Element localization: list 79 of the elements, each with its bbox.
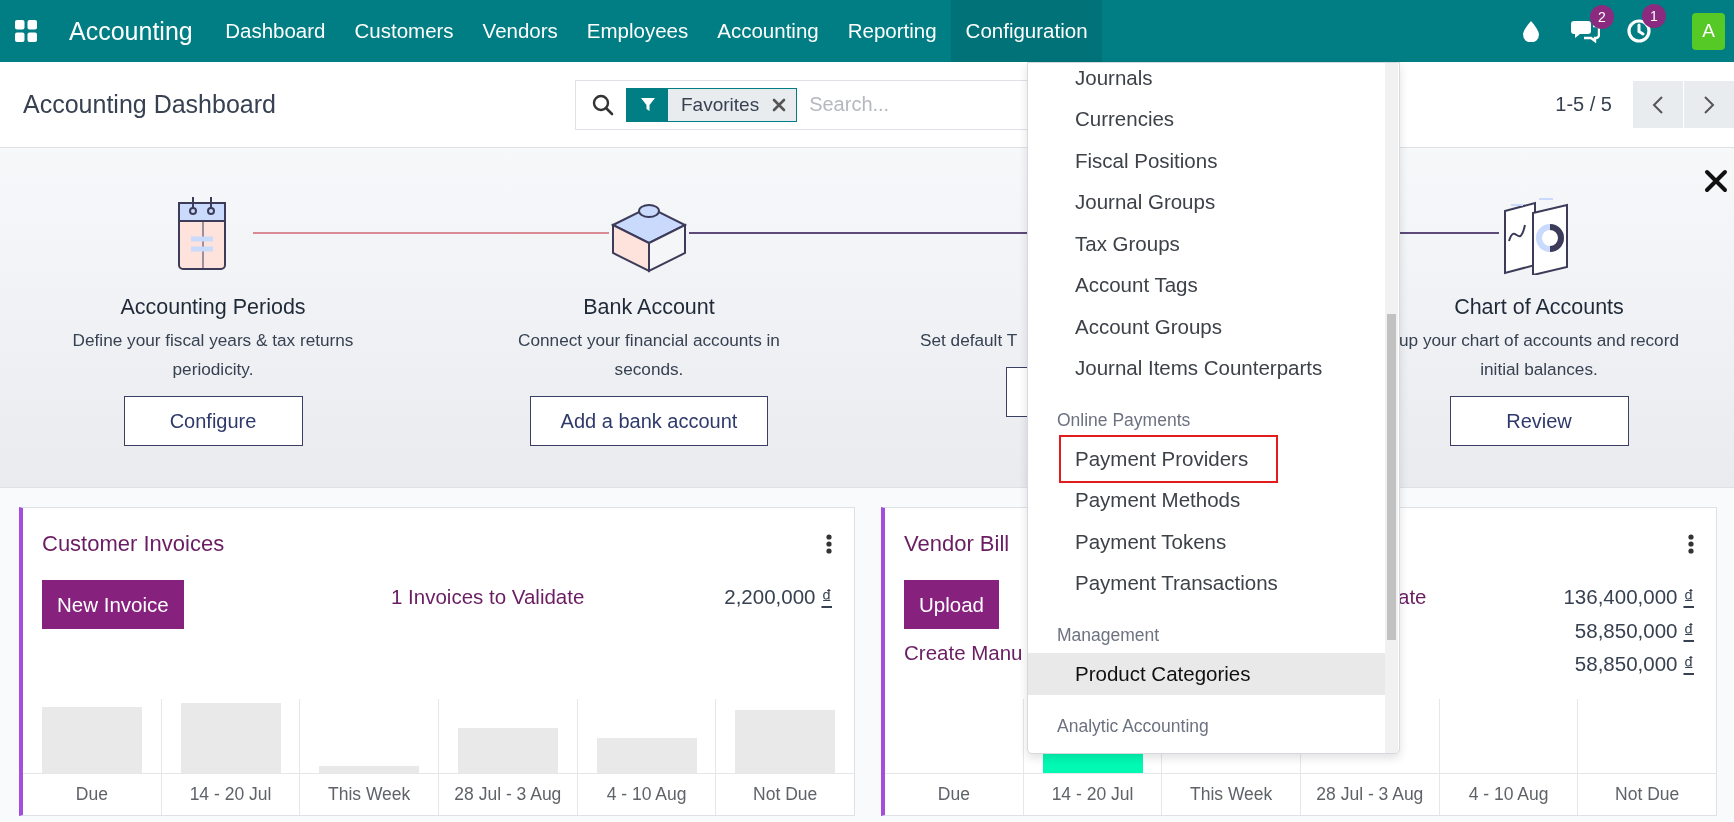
menu-item[interactable]: Tax Groups [1028, 223, 1385, 265]
menu-item[interactable]: Dashboard [210, 0, 340, 62]
chat-icon[interactable] [1570, 19, 1600, 43]
kebab-menu-icon[interactable] [826, 534, 832, 554]
droplet-icon[interactable] [1522, 20, 1540, 42]
axis-label: 28 Jul - 3 Aug [1315, 783, 1425, 806]
app-name[interactable]: Accounting [69, 16, 193, 46]
chevron-right-icon [1703, 94, 1715, 115]
axis-label: Not Due [752, 783, 819, 806]
link[interactable]: Create Manu [904, 636, 1023, 669]
card-title[interactable]: Vendor Bill [904, 531, 1010, 557]
axis-label: 4 - 10 Aug [1467, 783, 1550, 806]
axis-label: This Week [327, 783, 412, 806]
axis-label: 4 - 10 Aug [605, 783, 688, 806]
menu-item[interactable]: Account Tags [1028, 264, 1385, 306]
search-icon[interactable] [592, 93, 614, 116]
step-button[interactable] [1006, 367, 1028, 417]
currency-symbol: ₫ [1683, 618, 1694, 642]
menu-item[interactable]: Reporting [833, 0, 952, 62]
menu-item[interactable]: Accounting [702, 0, 834, 62]
link[interactable]: 1 Invoices to Validate [391, 585, 585, 608]
menu-item[interactable]: Customers [340, 0, 469, 62]
count-badge: 2 [1590, 5, 1614, 29]
axis-label: Due [74, 783, 109, 806]
clock-icon[interactable] [1626, 18, 1652, 44]
axis-label: 28 Jul - 3 Aug [453, 783, 563, 806]
axis-label: 14 - 20 Jul [1050, 783, 1135, 806]
primary-button[interactable]: Upload [904, 580, 999, 629]
step-button[interactable]: Review [1449, 396, 1629, 446]
kebab-menu-icon[interactable] [1688, 534, 1694, 554]
menu-section-header: Management [1057, 624, 1160, 647]
menu-item[interactable]: Payment Providers [1028, 438, 1385, 480]
step-description: Define your fiscal years & tax returns periodicity. [72, 329, 354, 381]
step-title: Accounting Periods [120, 293, 306, 321]
amount-value: 58,850,000 [1574, 618, 1678, 642]
remove-icon[interactable] [772, 97, 787, 112]
step-description: Set default T [920, 329, 1018, 352]
menu-item[interactable]: Journal Groups [1028, 181, 1385, 223]
menu-item[interactable]: Payment Tokens [1028, 521, 1385, 563]
axis-label: This Week [1189, 783, 1274, 806]
menu-item[interactable]: Configuration [951, 0, 1103, 62]
amount-value: 2,200,000 [724, 585, 816, 608]
step-description: Connect your financial accounts in seconds. [518, 329, 780, 381]
menu-item[interactable]: Payment Transactions [1028, 562, 1385, 604]
card-title[interactable]: Customer Invoices [42, 531, 225, 557]
page-title: Accounting Dashboard [23, 90, 277, 119]
primary-button[interactable]: New Invoice [42, 580, 184, 629]
facet-label: Favorites [680, 93, 761, 116]
step-button[interactable]: Add a bank account [529, 396, 769, 446]
amount-value: 58,850,000 [1574, 652, 1678, 675]
amount-value: 136,400,000 [1563, 585, 1678, 608]
apps-menu-icon[interactable] [14, 19, 38, 43]
step-description: up your chart of accounts and record initial balances. [1399, 329, 1679, 381]
filter-icon [639, 96, 656, 113]
axis-label: 14 - 20 Jul [188, 783, 273, 806]
axis-label: Due [936, 783, 971, 806]
count-badge: 1 [1642, 4, 1666, 28]
menu-section-header: Online Payments [1057, 409, 1191, 432]
link[interactable]: ate [1398, 585, 1427, 608]
menu-item[interactable]: Journal Items Counterparts [1028, 347, 1385, 389]
close-icon[interactable] [1704, 169, 1728, 193]
axis-label: Not Due [1614, 783, 1681, 806]
currency-symbol: ₫ [1683, 585, 1694, 608]
currency-symbol: ₫ [1683, 652, 1694, 675]
menu-item[interactable]: Fiscal Positions [1028, 140, 1385, 182]
scrollbar[interactable] [1385, 63, 1398, 753]
menu-item[interactable]: Employees [572, 0, 703, 62]
pager-value: 1-5 / 5 [1555, 93, 1612, 116]
step-button[interactable]: Configure [123, 396, 303, 446]
currency-symbol: ₫ [821, 585, 832, 608]
chevron-left-icon [1652, 94, 1664, 115]
menu-item[interactable]: Product Categories [1028, 653, 1385, 695]
menu-section-header: Analytic Accounting [1057, 714, 1209, 738]
menu-item[interactable]: Vendors [468, 0, 573, 62]
menu-item[interactable]: Account Groups [1028, 306, 1385, 348]
step-title: Chart of Accounts [1454, 293, 1624, 321]
filter-facet[interactable]: Favorites [626, 87, 798, 122]
menu-item[interactable]: Payment Methods [1028, 479, 1385, 521]
step-title: Bank Account [583, 293, 715, 321]
